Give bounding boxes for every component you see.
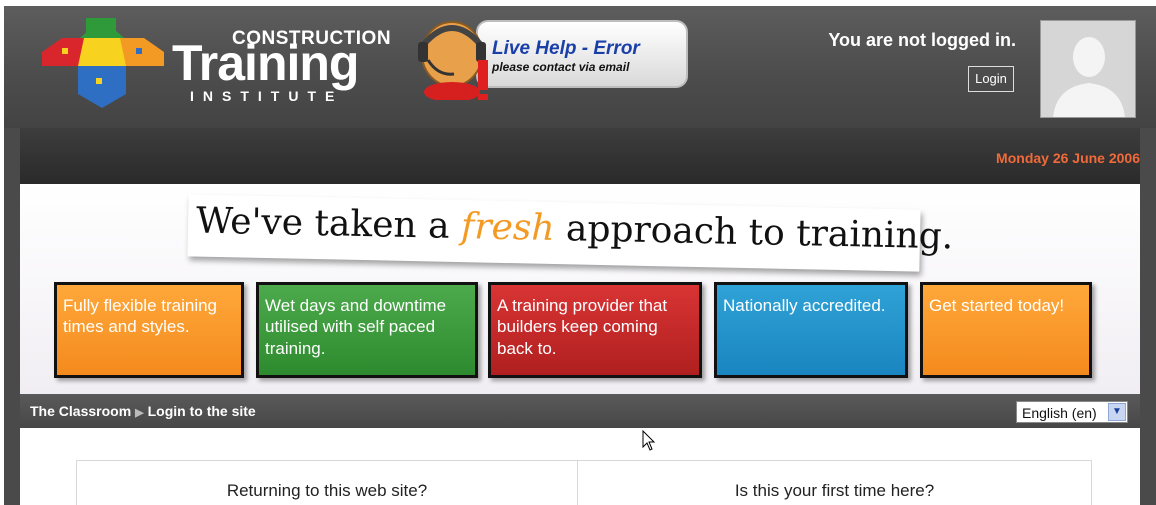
user-avatar[interactable] bbox=[1040, 20, 1136, 118]
feature-tile-text: Wet days and downtime utilised with self… bbox=[265, 296, 447, 358]
feature-tile-get-started[interactable]: Get started today! bbox=[920, 282, 1092, 378]
tagline-emphasis: fresh bbox=[460, 206, 555, 250]
first-time-heading: Is this your first time here? bbox=[734, 481, 935, 500]
tagline-card: We've taken a fresh approach to training… bbox=[187, 194, 954, 272]
feature-tile-self-paced[interactable]: Wet days and downtime utilised with self… bbox=[256, 282, 478, 378]
breadcrumb-link-classroom[interactable]: The Classroom bbox=[30, 403, 131, 419]
live-help-title: Live Help - Error bbox=[492, 38, 640, 59]
live-help-subtitle: please contact via email bbox=[492, 60, 630, 74]
login-button[interactable]: Login bbox=[968, 66, 1014, 92]
feature-tile-text: Nationally accredited. bbox=[723, 296, 886, 315]
tagline-after: approach to training. bbox=[554, 208, 954, 258]
mouse-pointer-icon bbox=[642, 430, 656, 451]
site-header: CONSTRUCTION Training INSTITUTE Live Hel… bbox=[4, 6, 1156, 128]
tagline-before: We've taken a bbox=[195, 200, 462, 248]
logo-word-institute: INSTITUTE bbox=[190, 88, 344, 104]
feature-tile-flexible[interactable]: Fully flexible training times and styles… bbox=[54, 282, 244, 378]
navigation-bar: The Classroom ▶ Login to the site English … bbox=[20, 394, 1140, 428]
site-frame: CONSTRUCTION Training INSTITUTE Live Hel… bbox=[4, 6, 1156, 505]
tagline: We've taken a fresh approach to training… bbox=[196, 201, 954, 258]
main-content: Returning to this web site? Is this your… bbox=[20, 428, 1140, 505]
promo-banner: We've taken a fresh approach to training… bbox=[20, 184, 1140, 394]
language-select[interactable]: English (en) ▼ bbox=[1016, 401, 1128, 423]
returning-user-section: Returning to this web site? bbox=[77, 461, 578, 505]
language-selected-value: English (en) bbox=[1022, 405, 1097, 421]
current-date: Monday 26 June 2006 bbox=[996, 150, 1140, 166]
logo-houses-icon bbox=[42, 18, 164, 108]
feature-tile-provider[interactable]: A training provider that builders keep c… bbox=[488, 282, 702, 378]
breadcrumb: The Classroom ▶ Login to the site bbox=[30, 403, 256, 419]
date-bar: Monday 26 June 2006 bbox=[20, 128, 1140, 184]
feature-tile-text: Get started today! bbox=[929, 296, 1065, 315]
breadcrumb-separator-icon: ▶ bbox=[135, 407, 144, 419]
breadcrumb-current-page: Login to the site bbox=[147, 403, 256, 419]
live-help-button[interactable]: Live Help - Error please contact via ema… bbox=[414, 14, 690, 100]
user-silhouette-icon bbox=[1041, 21, 1135, 117]
login-status-text: You are not logged in. bbox=[828, 30, 1016, 50]
first-time-section: Is this your first time here? bbox=[578, 461, 1091, 505]
headset-operator-icon bbox=[418, 21, 488, 100]
feature-tile-text: Fully flexible training times and styles… bbox=[63, 296, 218, 337]
logo-word-training: Training bbox=[172, 35, 359, 91]
returning-heading: Returning to this web site? bbox=[226, 481, 428, 500]
chevron-down-icon[interactable]: ▼ bbox=[1108, 403, 1126, 421]
construction-training-institute-logo[interactable]: CONSTRUCTION Training INSTITUTE bbox=[32, 10, 391, 110]
login-panel: Returning to this web site? Is this your… bbox=[76, 460, 1092, 505]
feature-tile-accredited[interactable]: Nationally accredited. bbox=[714, 282, 908, 378]
feature-tile-text: A training provider that builders keep c… bbox=[497, 296, 668, 358]
